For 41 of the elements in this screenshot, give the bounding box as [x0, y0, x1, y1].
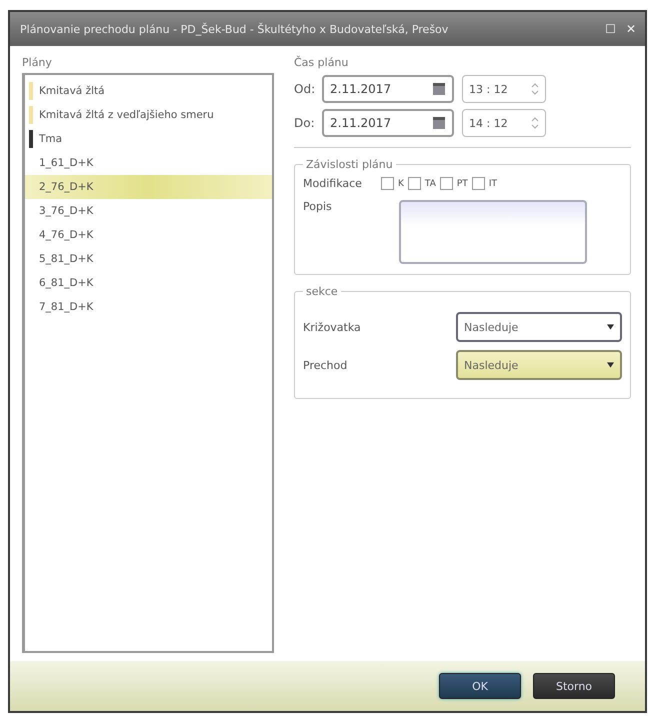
cancel-button[interactable]: Storno: [533, 673, 615, 699]
dropdown-arrow-icon: [607, 324, 614, 330]
group-label: Plány: [22, 56, 53, 69]
group-label: sekce: [305, 285, 339, 298]
list-item[interactable]: 5_81_D+K: [25, 247, 272, 271]
group-label: Čas plánu: [294, 56, 350, 69]
dropdown-arrow-icon: [607, 362, 614, 368]
checkbox[interactable]: PT: [440, 177, 468, 190]
time-field[interactable]: 14 : 12: [462, 109, 546, 137]
list-item[interactable]: Tma: [25, 127, 272, 151]
ok-button[interactable]: OK: [439, 673, 521, 699]
field-label: Križovatka: [303, 320, 361, 334]
checkbox[interactable]: TA: [408, 177, 436, 190]
list-item[interactable]: 1_61_D+K: [25, 151, 272, 175]
dropdown[interactable]: Nasleduje: [456, 350, 622, 380]
calendar-icon[interactable]: [432, 116, 446, 130]
date-field[interactable]: 2.11.2017: [322, 75, 454, 103]
field-label: Od:: [294, 82, 316, 96]
field-label: Do:: [294, 116, 316, 130]
description-field[interactable]: [399, 200, 587, 264]
time-field[interactable]: 13 : 12: [462, 75, 546, 103]
close-button[interactable]: ✕: [622, 22, 639, 36]
maximize-button[interactable]: ☐: [602, 22, 619, 36]
field-label: Prechod: [303, 358, 348, 372]
list-item[interactable]: 3_76_D+K: [25, 199, 272, 223]
group-label: Závislosti plánu: [305, 158, 394, 171]
list-item[interactable]: 7_81_D+K: [25, 295, 272, 319]
list-item[interactable]: Kmitavá žltá: [25, 79, 272, 103]
calendar-icon[interactable]: [432, 82, 446, 96]
spinner-icon[interactable]: [531, 82, 539, 96]
spinner-icon[interactable]: [531, 116, 539, 130]
plan-list[interactable]: Kmitavá žltá Kmitavá žltá z vedľajšieho smeru Tma 1_61_D+K 2_76_D+K 3_76_D+K 4_76_D+K 5_81_D+K 6_81_D+K 7_81_D+K: [22, 73, 274, 653]
field-label: Modifikace: [303, 177, 363, 190]
list-item[interactable]: 4_76_D+K: [25, 223, 272, 247]
list-item[interactable]: Kmitavá žltá z vedľajšieho smeru: [25, 103, 272, 127]
list-item[interactable]: 2_76_D+K: [25, 175, 272, 199]
dropdown[interactable]: Nasleduje: [456, 312, 622, 342]
list-item[interactable]: 6_81_D+K: [25, 271, 272, 295]
window-title: Plánovanie prechodu plánu - PD_Šek-Bud - Škultétyho x Budovateľská, Prešov: [20, 22, 450, 36]
date-field[interactable]: 2.11.2017: [322, 109, 454, 137]
field-label: Popis: [303, 200, 333, 213]
